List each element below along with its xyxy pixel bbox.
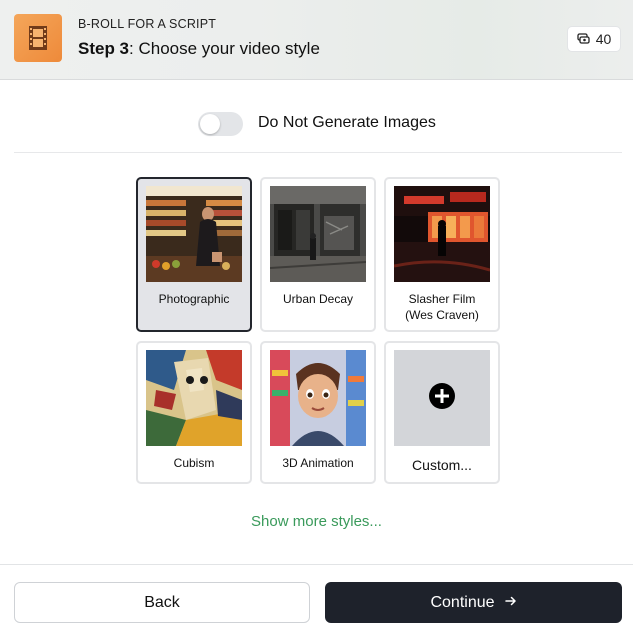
no-images-toggle[interactable] (198, 112, 243, 136)
slasher-film-thumbnail (394, 186, 490, 282)
style-label: Urban Decay (282, 292, 354, 306)
back-button-label: Back (144, 593, 180, 611)
style-label-secondary: (Wes Craven) (405, 308, 479, 322)
coins-icon (577, 31, 590, 47)
style-card-custom[interactable]: Custom... (384, 341, 500, 484)
style-card-3d-animation[interactable]: 3D Animation (260, 341, 376, 484)
style-card-urban-decay[interactable]: Urban Decay (260, 177, 376, 332)
footer-divider (0, 564, 633, 565)
continue-button[interactable]: Continue (325, 582, 622, 623)
header: B-ROLL FOR A SCRIPT Step 3: Choose your … (0, 0, 633, 80)
cubism-thumbnail (146, 350, 242, 446)
style-label: Custom... (412, 457, 472, 473)
back-button[interactable]: Back (14, 582, 310, 623)
style-label: Photographic (158, 292, 230, 306)
style-label: Cubism (173, 456, 215, 470)
style-card-photographic[interactable]: Photographic (136, 177, 252, 332)
urban-decay-thumbnail (270, 186, 366, 282)
step-number: Step 3 (78, 39, 130, 58)
custom-style-tile (394, 350, 490, 446)
continue-button-label: Continue (430, 593, 495, 611)
divider (14, 152, 622, 153)
style-label: Slasher Film (408, 292, 476, 306)
photographic-thumbnail (146, 186, 242, 282)
show-more-styles-link[interactable]: Show more styles... (0, 513, 633, 530)
style-label: 3D Animation (282, 456, 354, 470)
page-title: Step 3: Choose your video style (78, 39, 320, 59)
no-images-label: Do Not Generate Images (258, 114, 436, 131)
arrow-right-icon (504, 594, 517, 612)
3d-animation-thumbnail (270, 350, 366, 446)
style-card-slasher-film[interactable]: Slasher Film (Wes Craven) (384, 177, 500, 332)
toggle-knob (200, 114, 220, 134)
style-card-cubism[interactable]: Cubism (136, 341, 252, 484)
credits-badge[interactable]: 40 (567, 26, 621, 52)
header-kicker: B-ROLL FOR A SCRIPT (78, 17, 217, 31)
plus-circle-icon (429, 382, 455, 414)
credits-count: 40 (595, 31, 612, 47)
film-strip-icon (14, 14, 62, 62)
step-text: : Choose your video style (129, 39, 320, 58)
